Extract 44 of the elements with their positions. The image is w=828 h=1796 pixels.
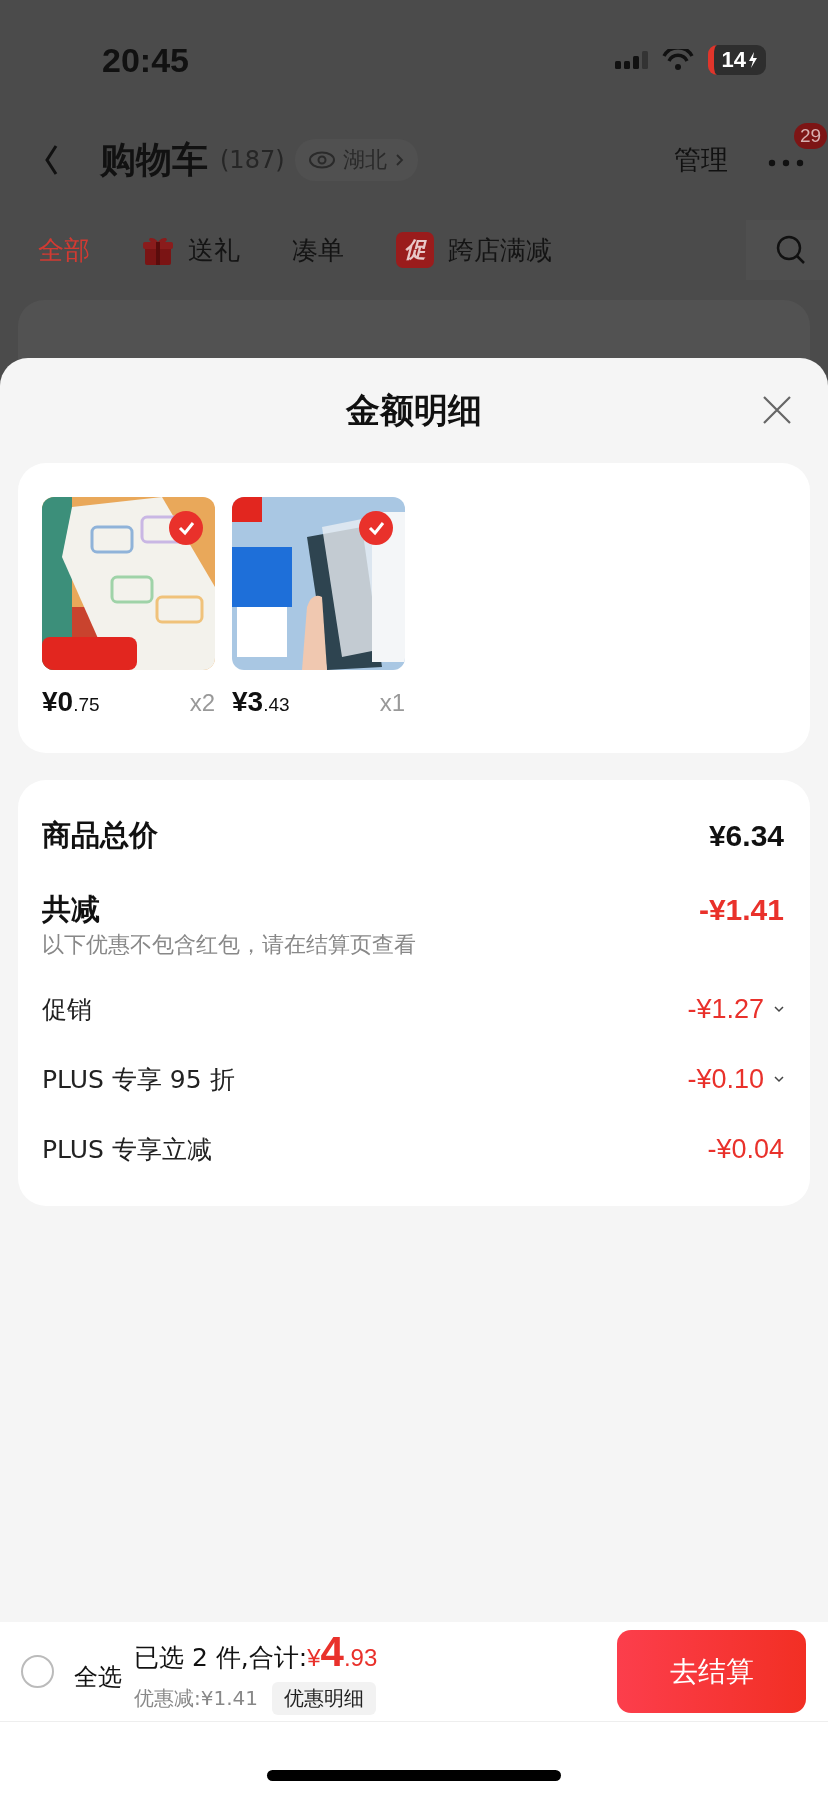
bolt-icon xyxy=(748,52,758,68)
more-icon xyxy=(768,159,804,167)
amount: -¥0.10 xyxy=(687,1063,764,1095)
row-label: PLUS 专享 95 折 xyxy=(42,1063,235,1096)
amount: -¥0.04 xyxy=(707,1133,784,1165)
quantity: x1 xyxy=(379,689,405,717)
amount: ¥6.34 xyxy=(708,819,784,853)
product-price: ¥0.75 xyxy=(42,686,100,718)
close-icon[interactable] xyxy=(762,395,792,425)
product-price: ¥3.43 xyxy=(232,686,290,718)
checkout-button[interactable]: 去结算 xyxy=(617,1630,806,1713)
eye-icon xyxy=(308,151,335,169)
signal-icon xyxy=(614,51,648,69)
notification-badge: 29 xyxy=(794,123,828,149)
select-all-checkbox[interactable] xyxy=(21,1655,54,1688)
battery-icon: 14 xyxy=(707,45,766,75)
gift-icon xyxy=(142,235,174,265)
wifi-icon xyxy=(661,49,694,71)
chevron-icon xyxy=(394,153,404,167)
page-title: 购物车 xyxy=(100,137,208,182)
row-label: 共减 xyxy=(42,891,100,928)
total-price: ¥4.93 xyxy=(307,1628,378,1676)
filter-tab[interactable]: 凑单 xyxy=(292,232,344,268)
sheet-title: 金额明细 xyxy=(346,388,482,432)
clock-time: 20:45 xyxy=(102,40,189,80)
amount: -¥1.41 xyxy=(698,893,784,927)
chevron-icon[interactable] xyxy=(774,1075,784,1083)
filter-tab[interactable]: 全部 xyxy=(38,232,90,268)
manage-link[interactable]: 管理 xyxy=(674,142,728,178)
discount-text: 优惠减:¥1.41 xyxy=(134,1685,258,1712)
quantity: x2 xyxy=(189,689,215,717)
summary-text: 已选 2 件,合计: xyxy=(134,1642,308,1674)
chevron-icon[interactable] xyxy=(774,1005,784,1013)
promo-badge: 促 xyxy=(396,232,434,268)
row-label: 商品总价 xyxy=(42,817,158,854)
back-icon xyxy=(44,144,60,176)
select-all-label[interactable]: 全选 xyxy=(74,1660,122,1693)
search-icon xyxy=(776,235,806,265)
filter-tab[interactable]: 送礼 xyxy=(142,232,240,268)
note-text: 以下优惠不包含红包，请在结算页查看 xyxy=(42,931,417,959)
row-label: 促销 xyxy=(42,993,92,1026)
amount: -¥1.27 xyxy=(687,993,764,1025)
details-button[interactable]: 优惠明细 xyxy=(272,1682,376,1715)
row-label: PLUS 专享立减 xyxy=(42,1133,212,1166)
